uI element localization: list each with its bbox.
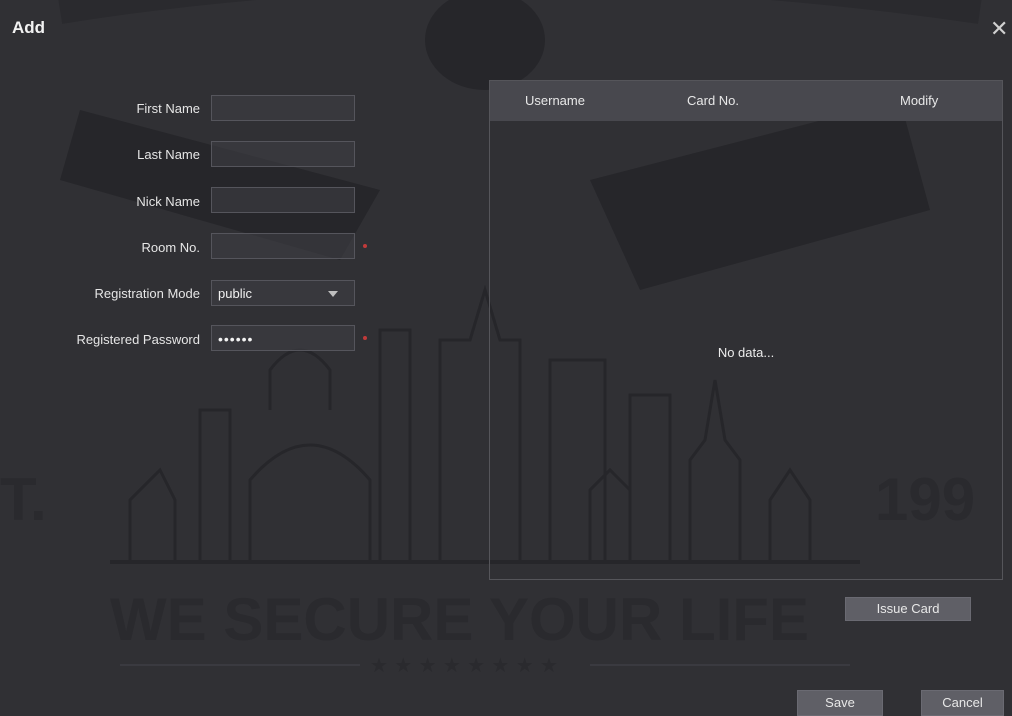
nick-name-input[interactable]: [211, 187, 355, 213]
issue-card-button[interactable]: Issue Card: [845, 597, 971, 621]
room-no-label: Room No.: [141, 240, 200, 255]
registered-password-input[interactable]: ••••••: [211, 325, 355, 351]
last-name-input[interactable]: [211, 141, 355, 167]
registration-mode-value: public: [218, 286, 252, 301]
first-name-label: First Name: [136, 101, 200, 116]
card-table: Username Card No. Modify No data...: [489, 80, 1003, 580]
first-name-input[interactable]: [211, 95, 355, 121]
cancel-button[interactable]: Cancel: [921, 690, 1004, 716]
registration-mode-label: Registration Mode: [94, 286, 201, 301]
column-modify: Modify: [900, 93, 939, 108]
room-no-required-marker: [363, 244, 367, 248]
column-card-no: Card No.: [687, 93, 740, 108]
last-name-label: Last Name: [137, 147, 200, 162]
room-no-input[interactable]: [211, 233, 355, 259]
watermark-stars: ★ ★ ★ ★ ★ ★ ★ ★: [370, 653, 558, 677]
watermark-est-left: T.: [0, 466, 47, 533]
registered-password-value: ••••••: [218, 331, 254, 347]
nick-name-label: Nick Name: [136, 194, 200, 209]
empty-table-message: No data...: [717, 345, 775, 360]
card-table-header: Username Card No. Modify: [490, 81, 1002, 121]
watermark-slogan: WE SECURE YOUR LIFE: [110, 586, 809, 653]
password-required-marker: [363, 336, 367, 340]
registered-password-label: Registered Password: [76, 332, 200, 347]
dropdown-arrow-icon: [328, 291, 338, 297]
dialog-title: Add: [12, 18, 46, 37]
save-button[interactable]: Save: [797, 690, 883, 716]
registration-mode-select[interactable]: public: [211, 280, 355, 306]
column-username: Username: [525, 93, 585, 108]
close-icon[interactable]: ✕: [990, 18, 1008, 40]
